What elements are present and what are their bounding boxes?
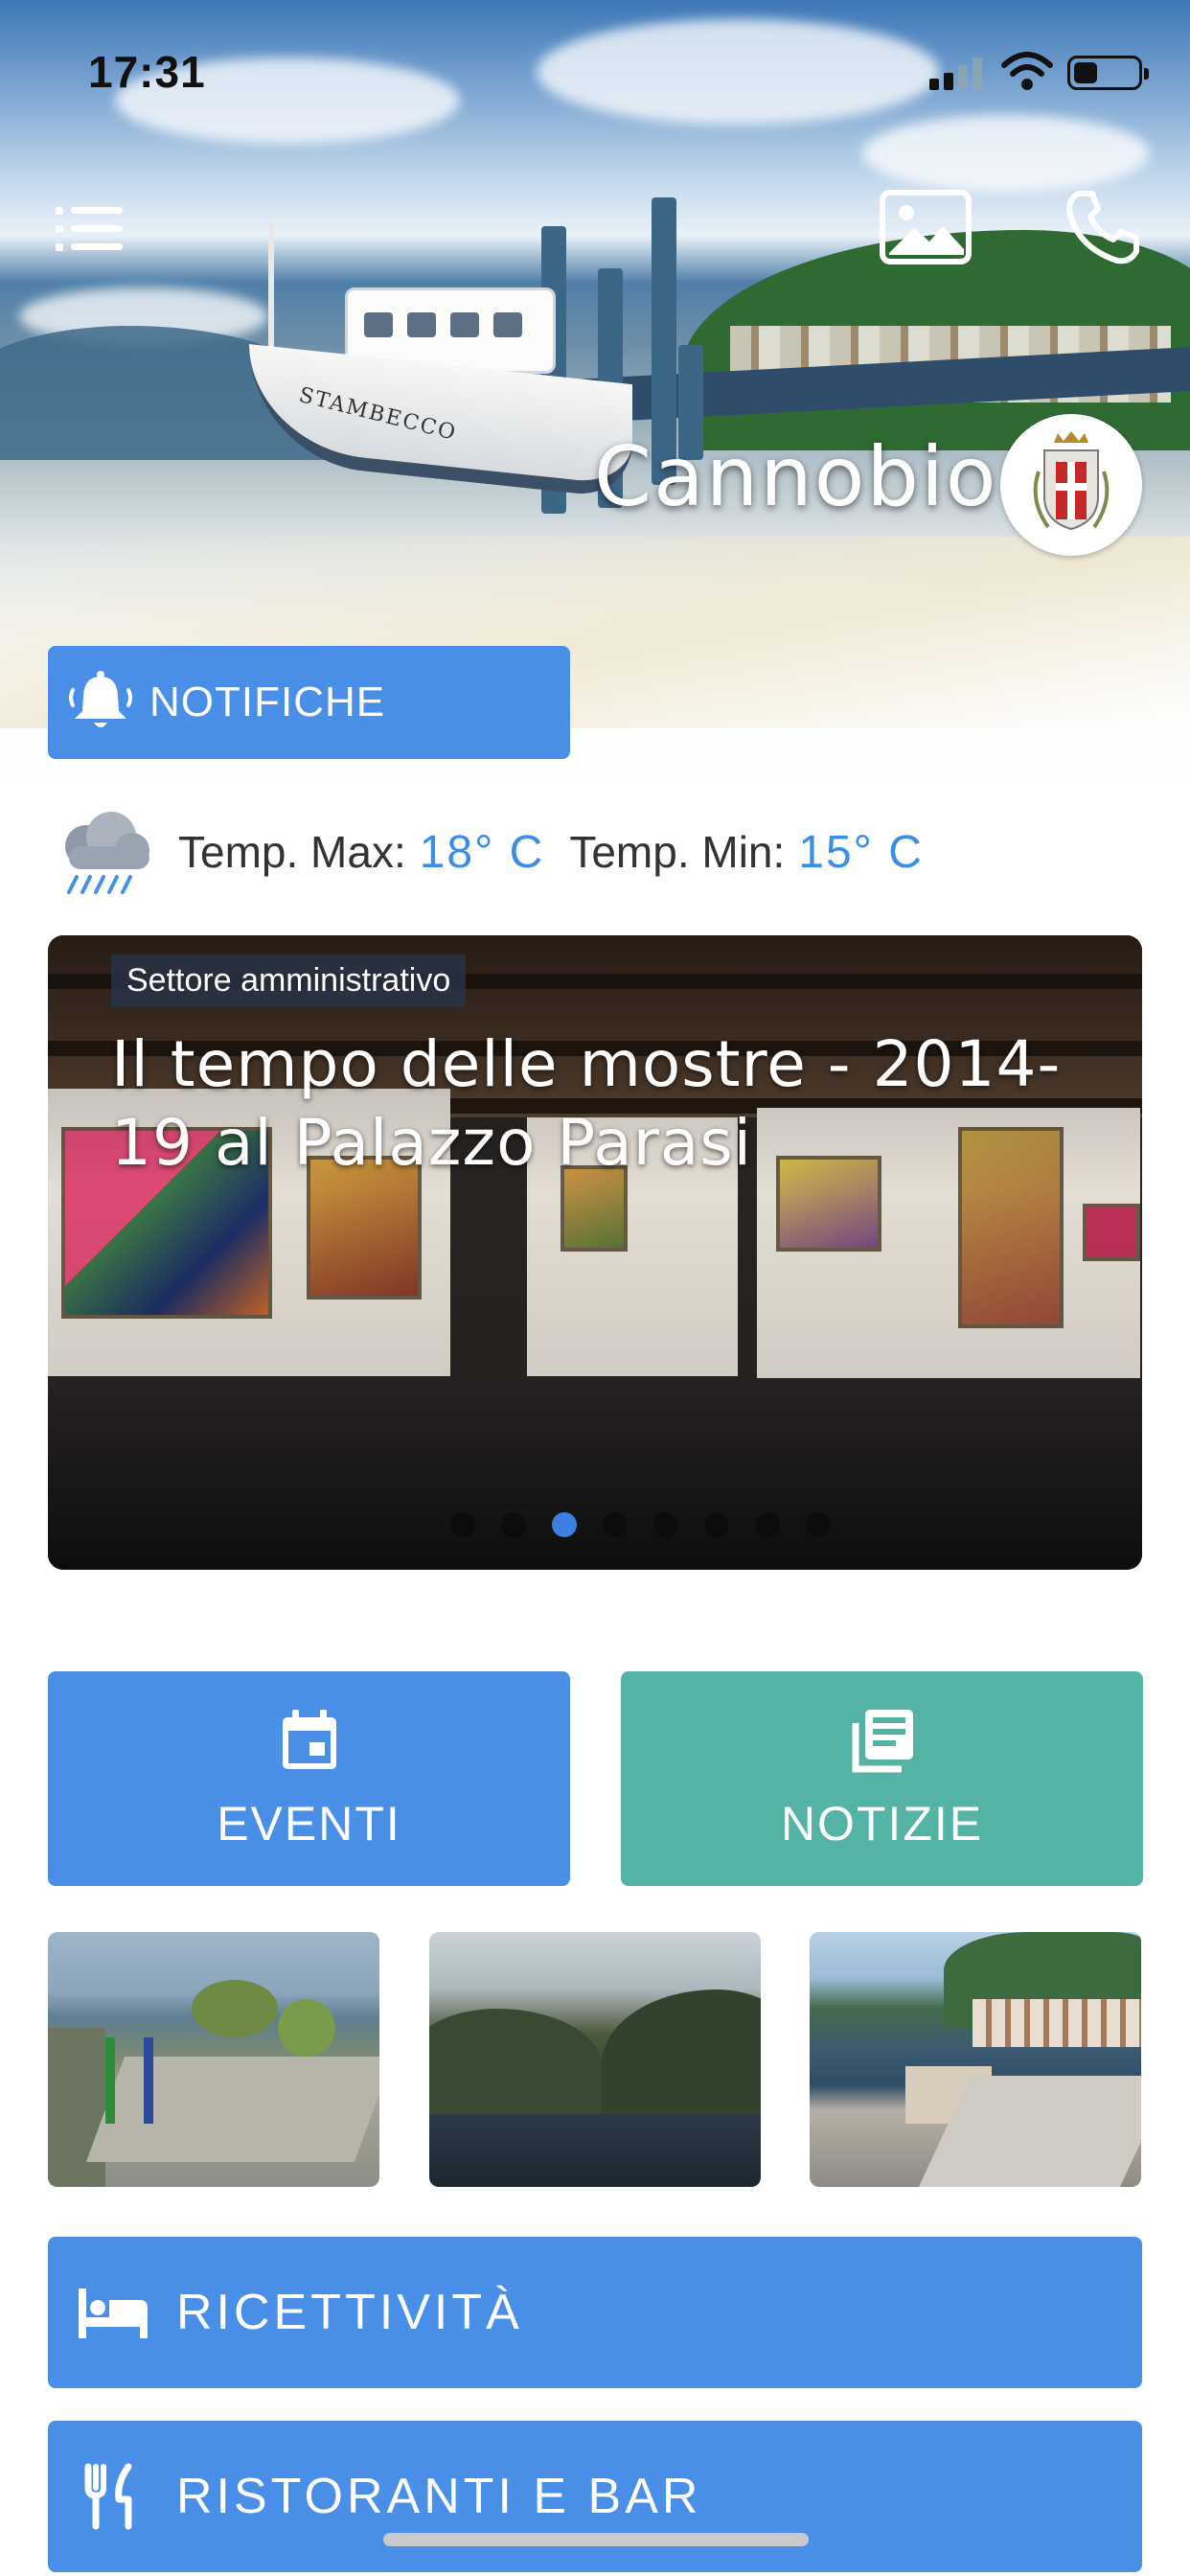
temp-min-label: Temp. Min: (569, 827, 786, 877)
newspaper-icon (852, 1710, 913, 1773)
carousel-dot[interactable] (603, 1512, 628, 1537)
carousel-dot[interactable] (501, 1512, 526, 1537)
notifications-label: NOTIFICHE (149, 678, 386, 725)
notifications-button[interactable]: NOTIFICHE (48, 646, 570, 759)
bell-icon (69, 671, 132, 727)
carousel-dot[interactable] (704, 1512, 729, 1537)
cellular-signal-icon (929, 56, 987, 90)
boat-image: STAMBECCO (240, 220, 642, 537)
carousel-dot[interactable] (806, 1512, 831, 1537)
menu-icon[interactable] (56, 205, 125, 253)
temp-max-value: 18° C (419, 826, 545, 878)
status-time: 17:31 (88, 47, 206, 97)
town-name: Cannobio (594, 429, 998, 525)
town-crest-icon (1000, 414, 1142, 556)
carousel-title[interactable]: Il tempo delle mostre - 2014-19 al Palaz… (111, 1025, 1108, 1183)
carousel-dot-active[interactable] (552, 1512, 577, 1537)
gallery-icon[interactable] (880, 190, 972, 264)
restaurants-bar-button[interactable]: RISTORANTI E BAR (48, 2421, 1142, 2572)
weather-row: Temp. Max: 18° C Temp. Min: 15° C (50, 799, 1152, 905)
events-tile-button[interactable]: EVENTI (48, 1671, 570, 1886)
webcam-thumbnail-3[interactable] (810, 1932, 1141, 2187)
fork-knife-icon (84, 2463, 132, 2530)
news-tile-button[interactable]: NOTIZIE (621, 1671, 1143, 1886)
wifi-icon (1001, 52, 1053, 90)
temp-min-value: 15° C (798, 826, 924, 878)
status-bar: 17:31 (0, 0, 1190, 144)
carousel-pagination[interactable] (450, 1512, 857, 1541)
phone-icon[interactable] (1064, 188, 1142, 266)
webcam-thumbnail-1[interactable] (48, 1932, 379, 2187)
carousel-category-tag: Settore amministrativo (111, 954, 467, 1007)
news-tile-label: NOTIZIE (780, 1797, 984, 1851)
calendar-icon (282, 1710, 336, 1769)
rain-cloud-icon (65, 812, 149, 894)
accommodation-label: RICETTIVITÀ (176, 2285, 523, 2340)
temp-max-label: Temp. Max: (178, 827, 406, 877)
webcam-thumbnail-2[interactable] (429, 1932, 761, 2187)
events-tile-label: EVENTI (217, 1797, 401, 1851)
accommodation-button[interactable]: RICETTIVITÀ (48, 2237, 1142, 2388)
bed-icon (79, 2288, 148, 2338)
carousel-dot[interactable] (653, 1512, 678, 1537)
carousel-dot[interactable] (450, 1512, 475, 1537)
news-carousel[interactable]: Settore amministrativo Il tempo delle mo… (48, 935, 1142, 1570)
carousel-dot[interactable] (755, 1512, 780, 1537)
home-indicator[interactable] (383, 2533, 809, 2546)
hero-banner: STAMBECCO 17:31 Cannobio NOTIFICHE (0, 0, 1190, 786)
restaurants-bar-label: RISTORANTI E BAR (176, 2469, 702, 2524)
battery-icon (1067, 56, 1149, 90)
